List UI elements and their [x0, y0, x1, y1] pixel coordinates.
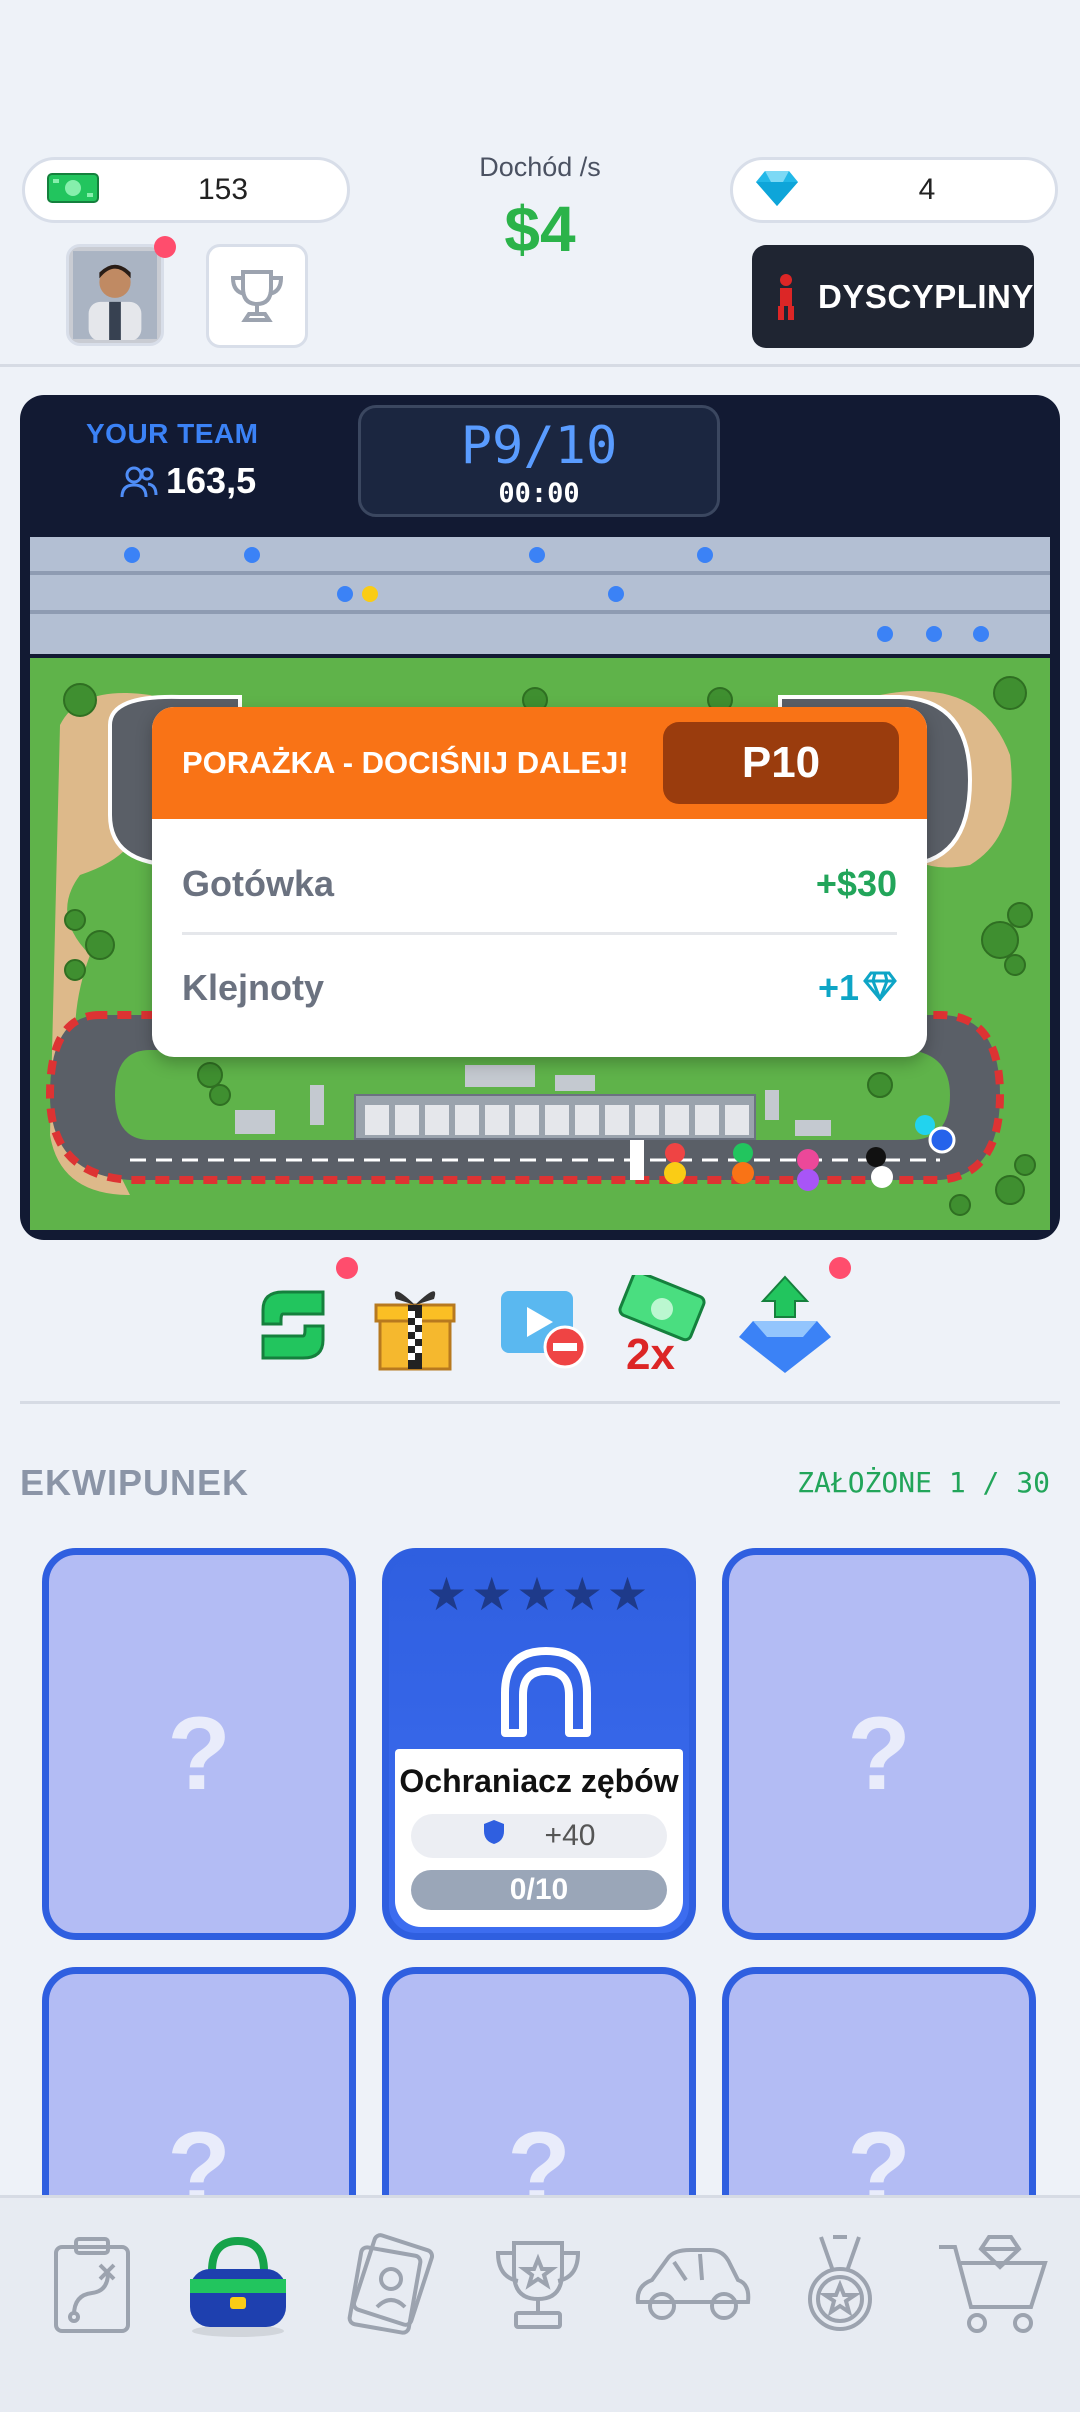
- team-label: YOUR TEAM: [86, 418, 259, 449]
- header-divider: [0, 364, 1080, 367]
- team-members-icon: [120, 465, 158, 504]
- gem-icon: [755, 169, 799, 212]
- cards-icon: [347, 2233, 435, 2335]
- item-progress: 0/10: [411, 1870, 667, 1910]
- gem-upgrade-button[interactable]: [730, 1270, 840, 1380]
- double-cash-button[interactable]: 2x: [606, 1270, 716, 1380]
- strategy-icon: [54, 2237, 130, 2333]
- race-timer: 00:00: [498, 478, 580, 509]
- nav-trophies[interactable]: [478, 2225, 598, 2345]
- exchange-button[interactable]: [238, 1270, 348, 1380]
- cash-icon: [47, 171, 99, 210]
- nav-shop[interactable]: [928, 2225, 1058, 2345]
- disciplines-button[interactable]: DYSCYPLINY: [752, 245, 1034, 348]
- racer-dot: [926, 626, 942, 642]
- reward-row-gems: Klejnoty +1: [182, 938, 897, 1038]
- discipline-figure-icon: [778, 273, 794, 320]
- gift-icon: [374, 1291, 456, 1371]
- exchange-notification-dot: [336, 1257, 358, 1279]
- reward-label: Klejnoty: [182, 967, 325, 1008]
- item-stat-value: +40: [544, 1819, 596, 1852]
- upgrade-notification-dot: [829, 1257, 851, 1279]
- result-position-badge: P10: [663, 722, 899, 804]
- locked-item-slot[interactable]: ?: [42, 1548, 356, 1940]
- racer-dot: [973, 626, 989, 642]
- avatar: [73, 251, 157, 340]
- team-value: 163,5: [166, 460, 257, 501]
- gear-bag-icon: [190, 2236, 286, 2337]
- locked-item-slot[interactable]: ?: [722, 1548, 1036, 1940]
- nav-cards[interactable]: [330, 2225, 450, 2345]
- racer-dot: [244, 547, 260, 563]
- income-value: $4: [504, 193, 576, 265]
- cash-counter[interactable]: 153: [22, 157, 350, 223]
- trophy-icon: [495, 2241, 581, 2329]
- item-name: Ochraniacz zębów: [399, 1763, 679, 1799]
- ad-blocked-icon: [501, 1291, 587, 1369]
- reward-value: +1: [817, 967, 859, 1008]
- racer-dot: [877, 626, 893, 642]
- avatar-notification-dot: [154, 236, 176, 258]
- medal-icon: [808, 2235, 872, 2331]
- locked-mark: ?: [167, 1696, 231, 1812]
- gem-counter[interactable]: 4: [730, 157, 1058, 223]
- nav-achievements[interactable]: [780, 2225, 900, 2345]
- player-racer-dot: [362, 586, 378, 602]
- exchange-icon: [261, 1290, 325, 1360]
- gem-upgrade-icon: [739, 1275, 831, 1373]
- income-label: Dochód /s: [479, 152, 601, 182]
- item-rating-stars: ★★★★★: [425, 1568, 653, 1620]
- racer-dot: [697, 547, 713, 563]
- lane-divider: [30, 571, 1050, 575]
- gem-value: 4: [918, 173, 936, 206]
- result-popup-header: PORAŻKA - DOCIŚNIJ DALEJ! P10: [152, 707, 927, 819]
- inventory-title: EKWIPUNEK: [20, 1462, 250, 1503]
- avatar-button[interactable]: [66, 244, 164, 346]
- race-position-box: P9/10 00:00: [358, 405, 720, 517]
- reward-label: Gotówka: [182, 862, 335, 904]
- racer-dot: [124, 547, 140, 563]
- race-result-popup[interactable]: PORAŻKA - DOCIŚNIJ DALEJ! P10 Gotówka +$…: [152, 707, 927, 1057]
- shop-cart-icon: [939, 2235, 1048, 2333]
- racer-dot: [608, 586, 624, 602]
- item-info: Ochraniacz zębów +40 0/10: [395, 1749, 683, 1927]
- cash-2x-icon: 2x: [618, 1275, 706, 1375]
- nav-equipment[interactable]: [178, 2225, 298, 2345]
- gift-button[interactable]: [360, 1270, 470, 1380]
- item-stat: +40: [411, 1814, 667, 1858]
- race-position: P9/10: [460, 416, 618, 476]
- shield-icon: [483, 1819, 505, 1853]
- svg-text:2x: 2x: [626, 1330, 675, 1375]
- car-icon: [635, 2248, 751, 2320]
- section-divider: [20, 1401, 1060, 1404]
- trophy-icon: [230, 270, 284, 322]
- remove-ads-button[interactable]: [486, 1270, 596, 1380]
- nav-garage[interactable]: [628, 2225, 756, 2345]
- nav-strategy[interactable]: [32, 2225, 152, 2345]
- racer-dot: [529, 547, 545, 563]
- lane-divider: [30, 610, 1050, 614]
- cash-value: 153: [197, 173, 249, 206]
- locked-mark: ?: [847, 1696, 911, 1812]
- equipped-count: ZAŁOŻONE 1 / 30: [797, 1466, 1050, 1499]
- mouthguard-icon: [491, 1643, 601, 1744]
- equipped-item-card[interactable]: ★★★★★ Ochraniacz zębów +40 0/10: [382, 1548, 696, 1940]
- disciplines-label: DYSCYPLINY: [818, 277, 1034, 315]
- reward-row-cash: Gotówka +$30: [182, 835, 897, 935]
- reward-value: +$30: [815, 862, 897, 904]
- trophy-button[interactable]: [206, 244, 308, 348]
- result-title: PORAŻKA - DOCIŚNIJ DALEJ!: [182, 745, 629, 780]
- racer-dot: [337, 586, 353, 602]
- gem-outline-icon: [863, 971, 897, 1006]
